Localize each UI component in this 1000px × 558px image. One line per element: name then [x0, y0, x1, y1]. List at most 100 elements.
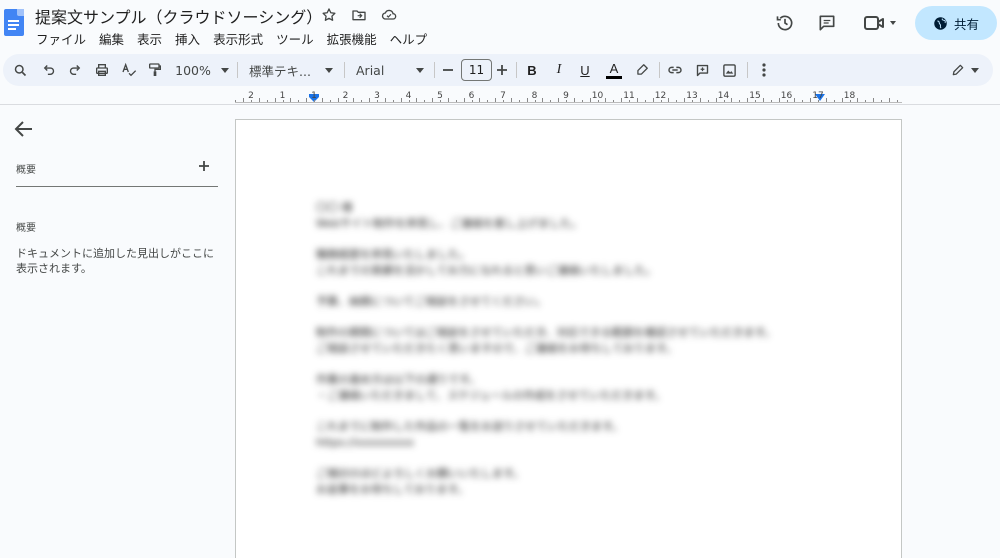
ruler-tick	[440, 100, 441, 102]
ruler-tick	[825, 98, 827, 102]
outline-title: 概要	[16, 165, 36, 176]
ruler-tick	[251, 100, 252, 102]
menu-edit[interactable]: 編集	[99, 29, 124, 48]
ruler-tick	[550, 100, 552, 102]
star-icon[interactable]	[320, 6, 338, 24]
ruler-tick	[762, 98, 764, 102]
share-label: 共有	[953, 16, 979, 32]
document-body[interactable]: 〇〇 様 Webサイト制作を拝見し、ご連絡を差し上げました。 職務経歴を拝見いたしま…	[316, 200, 775, 498]
ruler-tick	[699, 98, 701, 102]
font-size-input[interactable]: 11	[461, 59, 492, 81]
document-line[interactable]: これまでに制作した作品の一覧をお送りさせていただきます。	[316, 419, 736, 435]
document-line[interactable]: 制作の期間についてはご相談をさせていただき、対応できる範囲を確認させていただきま…	[316, 325, 775, 341]
horizontal-ruler[interactable]: 2 1 1 2 3 4 5 6 7 8 9 10 11 12 13 14 15 16 17 18	[235, 90, 902, 104]
ruler-tick	[510, 98, 512, 102]
font-family-select[interactable]: Arial	[352, 54, 428, 86]
meet-button[interactable]	[860, 8, 900, 38]
ruler-tick	[810, 98, 812, 102]
document-line[interactable]: 作業の進め方は以下の通りです。	[316, 372, 736, 388]
spellcheck-icon[interactable]	[118, 54, 140, 86]
ruler-tick	[432, 98, 434, 102]
ruler-tick	[573, 98, 575, 102]
toolbar-divider	[747, 62, 748, 78]
menu-extensions[interactable]: 拡張機能	[327, 29, 377, 48]
menu-bar: ファイル 編集 表示 挿入 表示形式 ツール 拡張機能 ヘルプ	[36, 29, 440, 48]
move-folder-icon[interactable]	[350, 6, 368, 24]
ruler-tick	[621, 98, 623, 102]
paint-format-icon[interactable]	[144, 54, 166, 86]
zoom-value: 100%	[175, 62, 211, 78]
ruler-tick	[802, 100, 804, 102]
document-line[interactable]: お返事をお待ちしております。	[316, 482, 736, 498]
highlight-color-icon[interactable]	[631, 54, 653, 86]
document-line[interactable]: これまでの実績を活かしてお力になれると思いご連絡いたしました。	[316, 263, 736, 279]
document-line[interactable]: 職務経歴を拝見いたしました。	[316, 247, 736, 263]
document-line[interactable]: ・ご連絡いただきまして、スケジュールの作成をさせていただきます。	[316, 388, 736, 404]
app-header: 提案文サンプル（クラウドソーシング） ファイル 編集 表示 挿入 表示形式 ツー…	[0, 0, 1000, 52]
menu-format[interactable]: 表示形式	[213, 29, 263, 48]
ruler-tick	[668, 98, 670, 102]
document-line[interactable]: 〇〇 様	[316, 200, 736, 216]
underline-icon[interactable]: U	[574, 54, 596, 86]
more-options-icon[interactable]	[753, 54, 775, 86]
menu-view[interactable]: 表示	[137, 29, 162, 48]
decrease-font-size-icon[interactable]	[440, 54, 456, 86]
document-line[interactable]: https://xxxxxxxxx	[316, 435, 736, 451]
ruler-tick	[644, 100, 646, 102]
ruler-tick	[794, 98, 796, 102]
document-line[interactable]: ご相談させていただきたく思いますので、ご連絡をお待ちしております。	[316, 341, 736, 357]
document-page[interactable]: 〇〇 様 Webサイト制作を拝見し、ご連絡を差し上げました。 職務経歴を拝見いたしま…	[235, 119, 902, 558]
back-arrow-icon[interactable]	[14, 120, 36, 138]
ruler-tick	[463, 98, 465, 102]
ruler-tick	[896, 100, 898, 102]
add-summary-icon[interactable]	[196, 158, 212, 174]
ruler-tick	[660, 100, 662, 102]
menu-file[interactable]: ファイル	[36, 29, 86, 48]
ruler-tick	[676, 100, 678, 102]
undo-icon[interactable]	[37, 54, 59, 86]
ruler-tick	[833, 100, 835, 102]
ruler-tick	[818, 100, 819, 102]
ruler-tick	[652, 98, 654, 102]
editing-mode-select[interactable]	[947, 54, 983, 86]
document-title[interactable]: 提案文サンプル（クラウドソーシング）	[35, 4, 322, 28]
insert-link-icon[interactable]	[664, 54, 686, 86]
ruler-tick	[888, 98, 890, 102]
ruler-tick	[865, 100, 867, 102]
ruler-tick	[298, 100, 300, 102]
zoom-select[interactable]: 100%	[171, 54, 233, 86]
add-comment-icon[interactable]	[691, 54, 713, 86]
redo-icon[interactable]	[64, 54, 86, 86]
version-history-icon[interactable]	[772, 8, 798, 38]
ruler-tick	[235, 100, 237, 102]
dropdown-arrow-icon	[220, 67, 229, 73]
menu-insert[interactable]: 挿入	[175, 29, 200, 48]
menu-tools[interactable]: ツール	[276, 29, 314, 48]
search-menus-icon[interactable]	[9, 54, 31, 86]
share-button[interactable]: 共有	[915, 6, 997, 40]
document-line[interactable]: Webサイト制作を拝見し、ご連絡を差し上げました。	[316, 216, 736, 232]
text-color-icon[interactable]: A	[602, 54, 626, 86]
comments-icon[interactable]	[814, 8, 840, 38]
document-line[interactable]: ご検討のほどよろしくお願いいたします。	[316, 466, 736, 482]
print-icon[interactable]	[91, 54, 113, 86]
italic-icon[interactable]: I	[548, 54, 570, 86]
docs-logo-icon[interactable]	[4, 9, 24, 36]
insert-image-icon[interactable]	[718, 54, 740, 86]
menu-help[interactable]: ヘルプ	[390, 29, 428, 48]
dropdown-arrow-icon	[325, 67, 333, 73]
increase-font-size-icon[interactable]	[494, 54, 510, 86]
paragraph-style-select[interactable]: 標準テキ...	[245, 54, 337, 86]
document-line[interactable]: 予算、納期についてご相談をさせてください。	[316, 294, 736, 310]
ruler-tick	[786, 100, 788, 102]
outline-subtitle: 概要	[16, 223, 36, 234]
ruler-tick	[692, 100, 693, 102]
ruler-baseline	[235, 102, 902, 103]
ruler-tick	[306, 98, 308, 102]
bold-icon[interactable]: B	[521, 54, 543, 86]
cloud-saved-icon[interactable]	[380, 6, 398, 24]
ruler-tick	[589, 98, 591, 102]
